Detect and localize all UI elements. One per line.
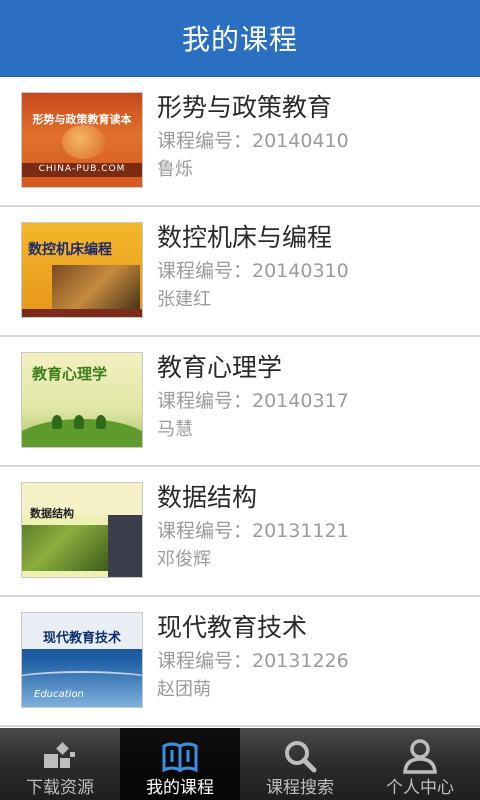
- cover-footer-text: CHINA-PUB.COM: [38, 164, 126, 174]
- cover-photo: [52, 265, 140, 309]
- course-title: 现代教育技术: [157, 613, 308, 642]
- course-cover-image: 现代教育技术 Education: [21, 612, 143, 708]
- course-title: 数据结构: [157, 483, 258, 512]
- tab-my-courses[interactable]: 我的课程: [120, 728, 240, 800]
- cover-photo: [22, 525, 108, 571]
- download-resources-icon: [44, 742, 75, 768]
- tab-download-resources[interactable]: 下载资源: [0, 728, 120, 800]
- course-cover-image: 教育心理学: [21, 352, 143, 448]
- cover-subtitle: Education: [34, 689, 84, 700]
- course-info: 现代教育技术 课程编号：20131226 赵团萌: [157, 611, 470, 704]
- course-cover-image: 形势与政策教育读本 CHINA-PUB.COM: [21, 92, 143, 188]
- cover-globe-graphic: [62, 125, 106, 159]
- course-teacher: 邓俊辉: [157, 549, 211, 570]
- cover-side-panel: [108, 515, 142, 577]
- course-code: 课程编号：20131226: [157, 650, 349, 672]
- page-title: 我的课程: [181, 23, 298, 56]
- tab-course-search[interactable]: 课程搜索: [240, 728, 360, 800]
- cover-band: [22, 309, 142, 317]
- course-item[interactable]: 教育心理学 教育心理学 课程编号：20140317 马慧: [0, 337, 480, 467]
- course-cover-image: 数据结构: [21, 482, 143, 578]
- course-item[interactable]: 数控机床编程 数控机床与编程 课程编号：20140310 张建红: [0, 207, 480, 337]
- course-info: 数据结构 课程编号：20131121 邓俊辉: [157, 481, 470, 574]
- course-cover-image: 数控机床编程: [21, 222, 143, 318]
- book-icon: [162, 742, 198, 773]
- course-info: 形势与政策教育 课程编号：20140410 鲁烁: [157, 91, 470, 184]
- tab-label: 下载资源: [26, 778, 94, 798]
- course-title: 教育心理学: [157, 353, 283, 382]
- cover-title: 现代教育技术: [42, 631, 121, 646]
- course-title: 形势与政策教育: [157, 93, 333, 122]
- course-code: 课程编号：20131121: [157, 520, 349, 542]
- tab-label: 我的课程: [146, 778, 214, 798]
- course-info: 教育心理学 课程编号：20140317 马慧: [157, 351, 470, 444]
- course-code: 课程编号：20140310: [157, 260, 349, 282]
- tab-label: 课程搜索: [266, 778, 334, 798]
- course-title: 数控机床与编程: [157, 223, 333, 252]
- course-teacher: 赵团萌: [157, 679, 211, 700]
- cover-title: 数控机床编程: [28, 242, 112, 258]
- course-teacher: 马慧: [157, 419, 193, 440]
- cover-tree-graphic: [74, 415, 84, 429]
- user-icon: [403, 739, 437, 774]
- course-item[interactable]: 数据结构 数据结构 课程编号：20131121 邓俊辉: [0, 467, 480, 597]
- tab-label: 个人中心: [386, 778, 454, 798]
- cover-tree-graphic: [96, 415, 106, 429]
- search-icon: [285, 741, 317, 773]
- course-item[interactable]: 现代教育技术 Education 现代教育技术 课程编号：20131226 赵团…: [0, 597, 480, 727]
- header-bar: 我的课程: [0, 0, 480, 77]
- cover-title: 形势与政策教育读本: [32, 113, 132, 126]
- course-item[interactable]: 形势与政策教育读本 CHINA-PUB.COM 形势与政策教育 课程编号：201…: [0, 77, 480, 207]
- cover-tree-graphic: [52, 415, 62, 429]
- tab-personal-center[interactable]: 个人中心: [360, 728, 480, 800]
- course-info: 数控机床与编程 课程编号：20140310 张建红: [157, 221, 470, 314]
- course-teacher: 张建红: [157, 289, 211, 310]
- cover-title: 教育心理学: [32, 365, 108, 383]
- course-teacher: 鲁烁: [157, 159, 193, 180]
- course-code: 课程编号：20140410: [157, 130, 349, 152]
- course-list: 形势与政策教育读本 CHINA-PUB.COM 形势与政策教育 课程编号：201…: [0, 77, 480, 727]
- bottom-tab-bar: 下载资源 我的课程 课程搜索 个人中心: [0, 728, 480, 800]
- course-code: 课程编号：20140317: [157, 390, 349, 412]
